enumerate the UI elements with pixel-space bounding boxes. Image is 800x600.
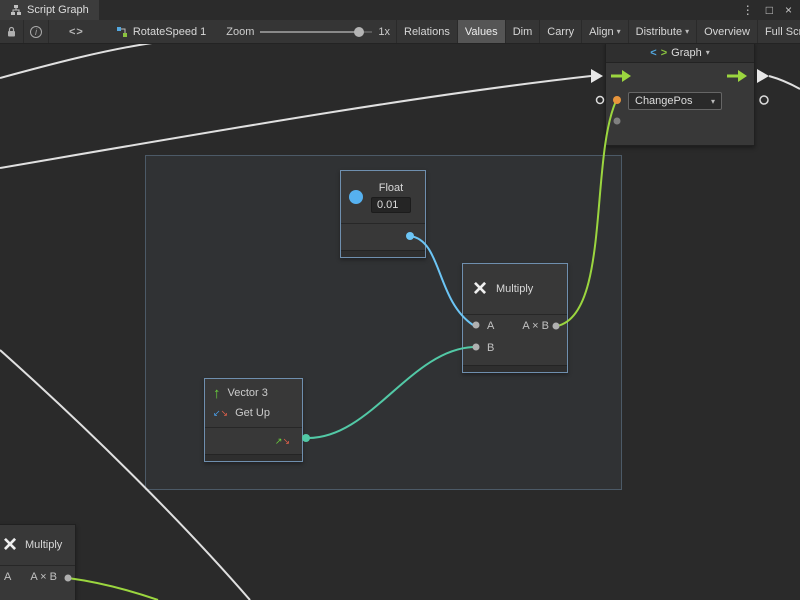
zoom-value: 1x <box>378 26 390 38</box>
get-up-node[interactable]: ↑ Vector 3 ↙↘ Get Up ↗↘ <box>204 378 303 462</box>
unconnected-port-right[interactable] <box>760 96 768 104</box>
multiply-node-2-title: Multiply <box>25 539 62 551</box>
float-value-input[interactable]: 0.01 <box>371 197 411 213</box>
flow-arrowhead-in <box>591 69 603 83</box>
full-screen-button[interactable]: Full Screen <box>757 20 800 43</box>
wire-white-topleft <box>0 44 152 78</box>
zoom-slider-handle[interactable] <box>354 27 364 37</box>
code-view-button[interactable]: <> <box>63 20 90 43</box>
port-label-out: A × B <box>30 571 57 583</box>
port-label-a: A <box>487 320 494 332</box>
tab-script-graph[interactable]: Script Graph <box>0 0 99 20</box>
script-graph-icon <box>10 4 22 16</box>
chevron-down-icon: ▾ <box>711 97 715 106</box>
code-bracket-left-icon: < <box>650 47 656 59</box>
relations-button[interactable]: Relations <box>396 20 457 43</box>
lock-icon <box>6 26 17 38</box>
code-icon: <> <box>69 26 84 38</box>
get-up-subtitle: Get Up <box>235 407 270 419</box>
relations-label: Relations <box>404 26 450 38</box>
float-icon <box>349 190 363 204</box>
info-button[interactable]: i <box>24 20 49 43</box>
graph-canvas[interactable]: Float 0.01 × Multiply A A × B B ↑ Vector… <box>0 44 800 600</box>
script-graph-asset-icon <box>116 26 128 38</box>
node-footer <box>205 454 302 461</box>
multiply-node-title: Multiply <box>496 283 533 295</box>
align-button[interactable]: Align ▾ <box>581 20 627 43</box>
flow-arrowhead-out <box>757 69 769 83</box>
node-footer <box>463 365 567 372</box>
distribute-label: Distribute <box>636 26 682 38</box>
window-title: Script Graph <box>27 4 89 16</box>
graph-reference-label: RotateSpeed 1 <box>133 26 206 38</box>
multiply-node-2[interactable]: × Multiply A A × B <box>0 524 76 600</box>
changepos-label: ChangePos <box>635 95 693 107</box>
vector-arrows-icon: ↙↘ <box>213 409 228 418</box>
multiply-icon: × <box>473 277 487 301</box>
changepos-dropdown[interactable]: ChangePos ▾ <box>628 92 722 110</box>
carry-button[interactable]: Carry <box>539 20 581 43</box>
wire-white-from-graph-output <box>769 76 800 89</box>
float-node[interactable]: Float 0.01 <box>340 170 426 258</box>
graph-unit-node[interactable]: < > Graph ▾ ChangePos ▾ <box>605 44 755 146</box>
port-label-out: A × B <box>522 320 549 332</box>
up-arrow-icon: ↑ <box>213 386 221 401</box>
align-label: Align <box>589 26 613 38</box>
dim-label: Dim <box>513 26 533 38</box>
chevron-down-icon: ▾ <box>685 27 689 36</box>
graph-dropdown-label: Graph <box>671 47 702 59</box>
close-icon[interactable]: × <box>785 3 792 17</box>
wire-multiply2-output <box>68 578 158 600</box>
overview-label: Overview <box>704 26 750 38</box>
maximize-icon[interactable]: □ <box>766 3 773 17</box>
graph-reference-breadcrumb[interactable]: RotateSpeed 1 <box>116 26 206 38</box>
multiply-node[interactable]: × Multiply A A × B B <box>462 263 568 373</box>
chevron-down-icon: ▾ <box>706 48 710 57</box>
zoom-slider[interactable] <box>260 26 372 38</box>
more-icon[interactable]: ⋮ <box>742 3 754 17</box>
node-footer <box>341 250 425 257</box>
zoom-slider-fill <box>260 31 359 33</box>
vector3-title: Vector 3 <box>228 387 268 399</box>
carry-label: Carry <box>547 26 574 38</box>
values-button[interactable]: Values <box>457 20 505 43</box>
multiply-icon: × <box>3 533 17 557</box>
zoom-label: Zoom <box>226 26 254 38</box>
unconnected-port-left[interactable] <box>597 97 604 104</box>
lock-button[interactable] <box>0 20 24 43</box>
vector-output-icon: ↗↘ <box>275 437 290 446</box>
graph-toolbar: i <> RotateSpeed 1 Zoom 1x Relations Val… <box>0 20 800 44</box>
overview-button[interactable]: Overview <box>696 20 757 43</box>
graph-dropdown[interactable]: < > Graph ▾ <box>606 44 754 63</box>
float-node-title: Float <box>379 182 403 194</box>
info-icon: i <box>30 26 42 38</box>
full-screen-label: Full Screen <box>765 26 800 38</box>
window-titlebar: Script Graph ⋮ □ × <box>0 0 800 20</box>
dim-button[interactable]: Dim <box>505 20 540 43</box>
port-label-b: B <box>487 342 494 354</box>
values-label: Values <box>465 26 498 38</box>
chevron-down-icon: ▾ <box>617 27 621 36</box>
port-label-a: A <box>4 571 11 583</box>
distribute-button[interactable]: Distribute ▾ <box>628 20 696 43</box>
code-bracket-right-icon: > <box>661 47 667 59</box>
